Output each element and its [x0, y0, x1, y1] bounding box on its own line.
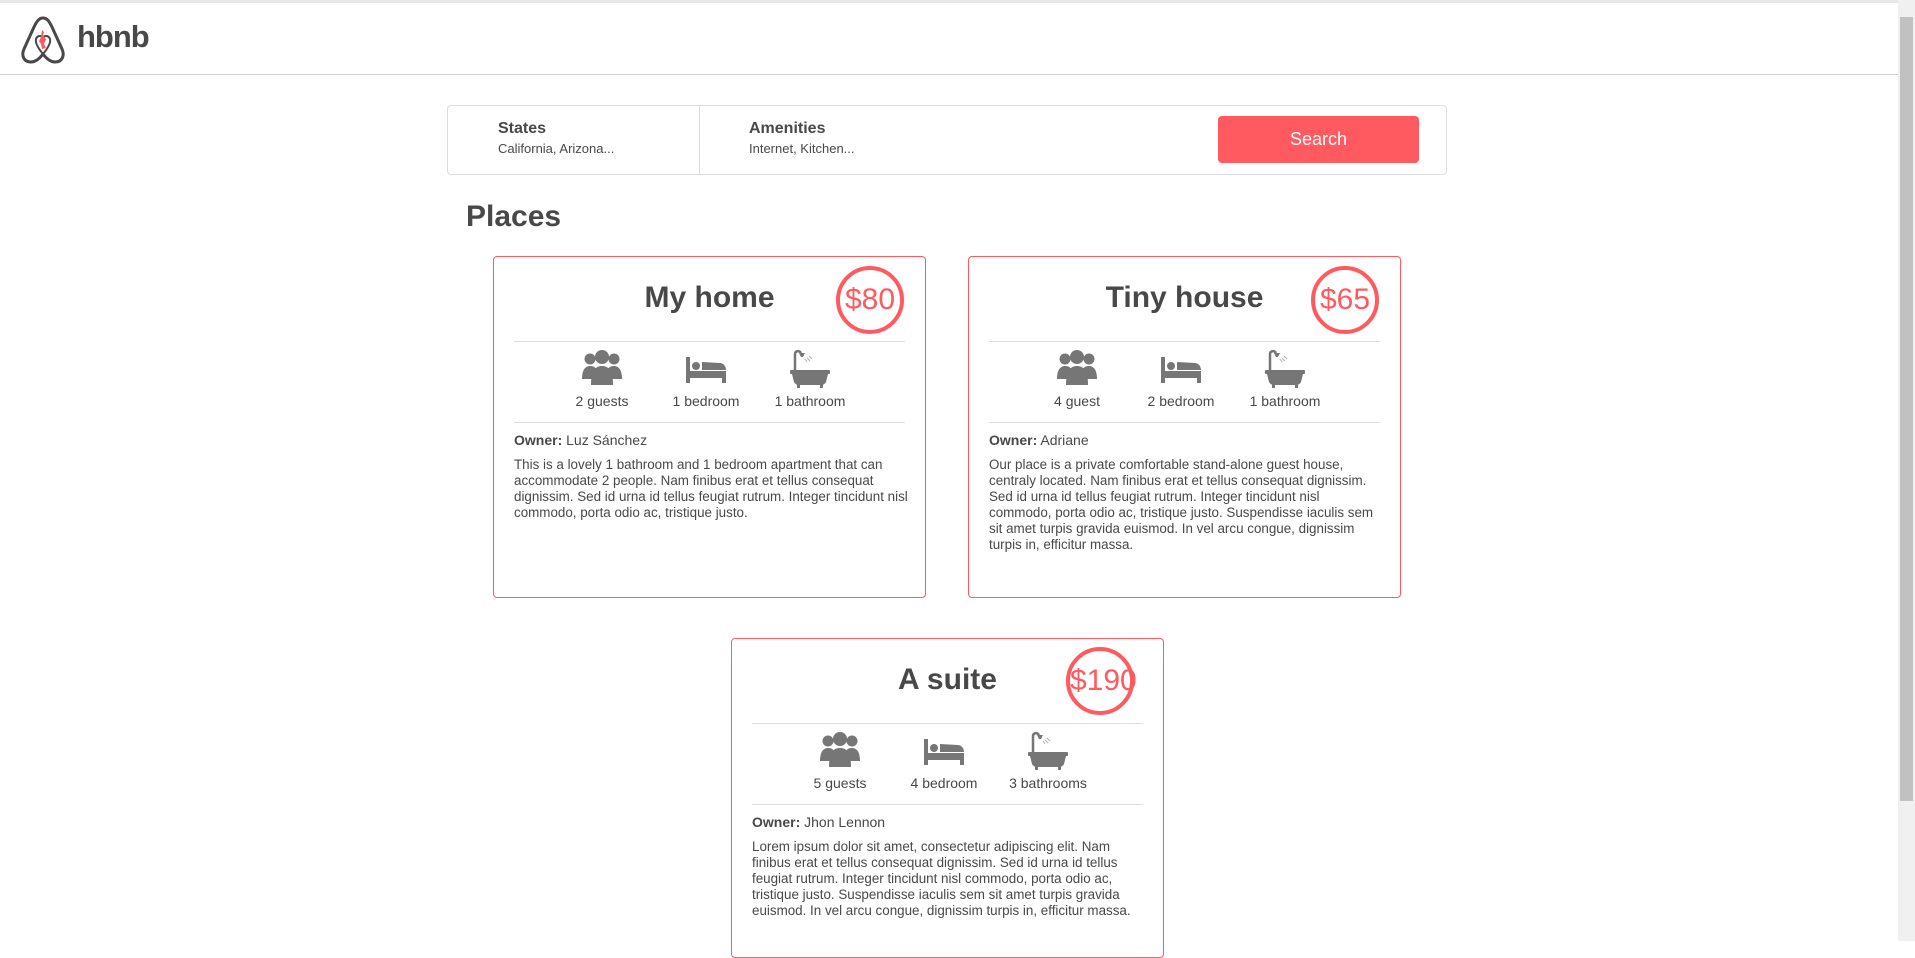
states-filter[interactable]: States California, Arizona...: [498, 120, 614, 156]
rooms-label: 4 bedroom: [910, 775, 978, 791]
baths-info: 1 bathroom: [1230, 349, 1340, 409]
place-info: 5 guests 4 bedroom 3 bathrooms: [732, 731, 1163, 801]
price-badge: $80: [836, 266, 904, 334]
place-info: 4 guest 2 bedroom 1 bathroom: [969, 349, 1400, 419]
site-header: hbnb: [0, 3, 1898, 75]
airbnb-logo-icon[interactable]: [20, 15, 66, 65]
bathtub-icon: [790, 349, 830, 388]
price-badge: $190: [1066, 647, 1137, 715]
amenities-filter-title: Amenities: [749, 120, 826, 137]
rooms-label: 1 bedroom: [672, 393, 740, 409]
guests-info: 5 guests: [785, 731, 895, 791]
guests-label: 4 guest: [1054, 393, 1100, 409]
group-icon: [820, 732, 860, 767]
guests-label: 2 guests: [575, 393, 629, 409]
guests-label: 5 guests: [813, 775, 867, 791]
search-button[interactable]: Search: [1218, 116, 1419, 163]
baths-info: 1 bathroom: [755, 349, 865, 409]
place-card: Tiny house $65 4 guest 2 bedroom 1 bathr…: [968, 256, 1401, 598]
place-card: My home $80 2 guests 1 bedroom 1 bathroo…: [493, 256, 926, 598]
owner-line: Owner: Adriane: [989, 432, 1089, 448]
rooms-info: 2 bedroom: [1126, 349, 1236, 409]
owner-label: Owner:: [752, 814, 801, 830]
rooms-label: 2 bedroom: [1147, 393, 1215, 409]
baths-label: 1 bathroom: [774, 393, 846, 409]
baths-label: 3 bathrooms: [1009, 775, 1087, 791]
baths-label: 1 bathroom: [1249, 393, 1321, 409]
divider: [514, 341, 905, 342]
bed-icon: [686, 357, 726, 383]
group-icon: [1057, 350, 1097, 385]
baths-info: 3 bathrooms: [993, 731, 1103, 791]
bed-icon: [924, 739, 964, 765]
rooms-info: 4 bedroom: [889, 731, 999, 791]
price-badge: $65: [1311, 266, 1379, 334]
amenities-filter[interactable]: Amenities Internet, Kitchen...: [749, 120, 855, 156]
guests-info: 4 guest: [1022, 349, 1132, 409]
divider: [514, 422, 905, 423]
bathtub-icon: [1028, 731, 1068, 770]
divider: [752, 804, 1143, 805]
page-scrollbar[interactable]: [1898, 0, 1915, 941]
place-card: A suite $190 5 guests 4 bedroom 3 bathro…: [731, 638, 1164, 958]
place-info: 2 guests 1 bedroom 1 bathroom: [494, 349, 925, 419]
scrollbar-thumb[interactable]: [1900, 17, 1913, 801]
brand-name[interactable]: hbnb: [77, 19, 150, 55]
guests-info: 2 guests: [547, 349, 657, 409]
rooms-info: 1 bedroom: [651, 349, 761, 409]
bed-icon: [1161, 357, 1201, 383]
place-description: Lorem ipsum dolor sit amet, consectetur …: [752, 839, 1131, 918]
bathtub-icon: [1265, 349, 1305, 388]
owner-name: Jhon Lennon: [804, 814, 886, 830]
places-heading: Places: [466, 200, 562, 233]
states-filter-selected: California, Arizona...: [498, 141, 615, 156]
owner-line: Owner: Jhon Lennon: [752, 814, 885, 830]
owner-line: Owner: Luz Sánchez: [514, 432, 647, 448]
owner-name: Luz Sánchez: [566, 432, 648, 448]
amenities-filter-selected: Internet, Kitchen...: [749, 141, 855, 156]
place-description: Our place is a private comfortable stand…: [989, 457, 1374, 552]
owner-label: Owner:: [989, 432, 1038, 448]
owner-label: Owner:: [514, 432, 563, 448]
divider: [989, 422, 1380, 423]
divider: [989, 341, 1380, 342]
group-icon: [582, 350, 622, 385]
owner-name: Adriane: [1040, 432, 1089, 448]
place-description: This is a lovely 1 bathroom and 1 bedroo…: [514, 457, 908, 520]
filter-divider: [699, 106, 700, 174]
divider: [752, 723, 1143, 724]
states-filter-title: States: [498, 120, 547, 137]
filters-bar: States California, Arizona... Amenities …: [447, 105, 1447, 175]
